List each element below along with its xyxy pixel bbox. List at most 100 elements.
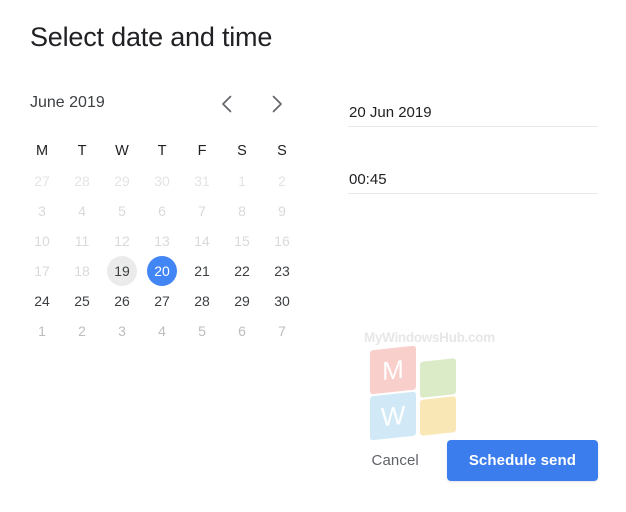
calendar-day-label: 24 — [34, 293, 50, 309]
calendar-day-label: 3 — [38, 203, 46, 219]
schedule-send-dialog: Select date and time June 2019 M T W T F S S 27… — [0, 0, 626, 512]
calendar-day-label: 2 — [278, 173, 286, 189]
calendar-day-label: 10 — [34, 233, 50, 249]
calendar-day-label: 6 — [158, 203, 166, 219]
calendar-day-label: 13 — [154, 233, 170, 249]
calendar-day: 29 — [102, 166, 142, 196]
calendar-day[interactable]: 21 — [182, 256, 222, 286]
chevron-right-icon[interactable] — [263, 90, 291, 118]
calendar-weekday: S — [237, 143, 247, 159]
calendar-day: 5 — [102, 196, 142, 226]
calendar-weekday: T — [157, 143, 167, 159]
calendar-day[interactable]: 20 — [142, 256, 182, 286]
calendar-day-label: 17 — [34, 263, 50, 279]
calendar-day-label: 14 — [194, 233, 210, 249]
calendar-day[interactable]: 23 — [262, 256, 302, 286]
dialog-actions: Cancel Schedule send — [360, 440, 598, 481]
calendar-day-label: 25 — [74, 293, 90, 309]
calendar-day-label: 12 — [114, 233, 130, 249]
watermark-tile-green — [420, 358, 456, 398]
time-input[interactable] — [349, 171, 599, 188]
calendar-day-label: 22 — [234, 263, 250, 279]
calendar-day-label: 30 — [154, 173, 170, 189]
calendar-day: 30 — [142, 166, 182, 196]
calendar-day-label: 27 — [154, 293, 170, 309]
watermark-logo-icon: M W — [370, 345, 466, 441]
calendar-day: 4 — [142, 316, 182, 346]
calendar-weekday: F — [197, 143, 207, 159]
calendar-day: 6 — [142, 196, 182, 226]
calendar-day[interactable]: 24 — [22, 286, 62, 316]
calendar-day-label: 19 — [107, 256, 137, 286]
calendar-day-label: 18 — [74, 263, 90, 279]
calendar-day-label: 28 — [74, 173, 90, 189]
calendar-day: 28 — [62, 166, 102, 196]
date-field[interactable] — [348, 96, 599, 127]
calendar-day: 9 — [262, 196, 302, 226]
calendar-day-label: 31 — [194, 173, 210, 189]
calendar-day: 16 — [262, 226, 302, 256]
calendar-day-label: 3 — [118, 323, 126, 339]
calendar-weekday: T — [77, 143, 87, 159]
calendar-day: 11 — [62, 226, 102, 256]
calendar: June 2019 M T W T F S S 27 28 29 30 31 1 2 3 4 5 6 7 8 9 10 11… — [22, 92, 314, 346]
calendar-day: 1 — [22, 316, 62, 346]
calendar-day: 14 — [182, 226, 222, 256]
calendar-day[interactable]: 25 — [62, 286, 102, 316]
date-input[interactable] — [349, 104, 599, 121]
calendar-day-label: 7 — [278, 323, 286, 339]
calendar-day-label: 1 — [38, 323, 46, 339]
calendar-day[interactable]: 22 — [222, 256, 262, 286]
calendar-weekday: W — [115, 143, 129, 159]
calendar-day: 7 — [182, 196, 222, 226]
watermark-tile-w: W — [370, 391, 416, 441]
dialog-title: Select date and time — [30, 22, 273, 52]
calendar-header: June 2019 — [22, 92, 314, 124]
calendar-day: 17 — [22, 256, 62, 286]
calendar-day: 8 — [222, 196, 262, 226]
calendar-day[interactable]: 26 — [102, 286, 142, 316]
calendar-day-label: 9 — [278, 203, 286, 219]
calendar-day: 3 — [22, 196, 62, 226]
calendar-day: 12 — [102, 226, 142, 256]
chevron-left-icon[interactable] — [212, 90, 240, 118]
calendar-weekday: M — [35, 143, 49, 159]
calendar-day: 27 — [22, 166, 62, 196]
calendar-grid: M T W T F S S 27 28 29 30 31 1 2 3 4 5 6 7 8 9 10 11 12 13 14 15 16… — [22, 136, 314, 346]
calendar-day-label: 6 — [238, 323, 246, 339]
calendar-day[interactable]: 28 — [182, 286, 222, 316]
calendar-day: 4 — [62, 196, 102, 226]
calendar-day[interactable]: 19 — [102, 256, 142, 286]
calendar-day: 5 — [182, 316, 222, 346]
calendar-day-label: 15 — [234, 233, 250, 249]
calendar-day-label: 7 — [198, 203, 206, 219]
calendar-month-label: June 2019 — [30, 94, 105, 111]
calendar-day-label: 4 — [78, 203, 86, 219]
calendar-day-label: 30 — [274, 293, 290, 309]
schedule-send-button[interactable]: Schedule send — [446, 440, 598, 481]
calendar-day: 15 — [222, 226, 262, 256]
calendar-day-label: 27 — [34, 173, 50, 189]
datetime-fields — [348, 96, 599, 230]
calendar-day-label: 29 — [234, 293, 250, 309]
calendar-day[interactable]: 27 — [142, 286, 182, 316]
calendar-day: 2 — [62, 316, 102, 346]
watermark-text: MyWindowsHub.com — [364, 330, 495, 345]
calendar-day-label: 29 — [114, 173, 130, 189]
calendar-day[interactable]: 30 — [262, 286, 302, 316]
calendar-day-label: 16 — [274, 233, 290, 249]
calendar-day-label: 2 — [78, 323, 86, 339]
calendar-day: 3 — [102, 316, 142, 346]
calendar-day-label: 5 — [198, 323, 206, 339]
calendar-day-label: 8 — [238, 203, 246, 219]
calendar-weekday: S — [277, 143, 287, 159]
time-field[interactable] — [348, 163, 599, 194]
calendar-day-label: 4 — [158, 323, 166, 339]
cancel-button[interactable]: Cancel — [360, 442, 431, 479]
calendar-day-label: 11 — [74, 233, 90, 249]
calendar-day: 31 — [182, 166, 222, 196]
calendar-day[interactable]: 29 — [222, 286, 262, 316]
calendar-day: 18 — [62, 256, 102, 286]
calendar-day-label: 21 — [194, 263, 210, 279]
calendar-day-label: 26 — [114, 293, 130, 309]
